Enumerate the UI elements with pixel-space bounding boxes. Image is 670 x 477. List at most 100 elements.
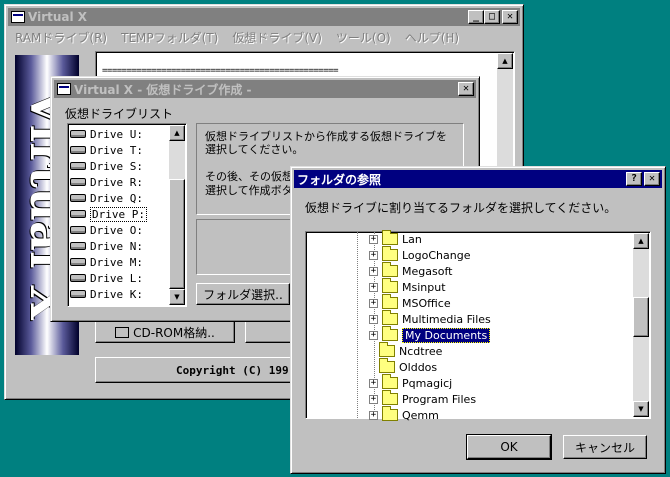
drive-icon [70, 130, 86, 138]
drive-label: Drive Q: [90, 191, 143, 205]
expand-plus-icon[interactable]: + [369, 298, 378, 308]
tree-folder-item[interactable]: Ncdtree [379, 342, 443, 359]
cdrom-button-label: CD-ROM格納.. [133, 325, 215, 340]
folder-label: Msinput [402, 280, 446, 294]
expand-plus-icon[interactable]: + [369, 250, 378, 260]
folder-icon [379, 358, 395, 373]
cdrom-icon [115, 326, 130, 338]
drive-list-item[interactable]: Drive U: [70, 126, 143, 142]
folder-label: Program Files [402, 392, 477, 406]
folder-select-button[interactable]: フォルダ選択.. [196, 283, 290, 305]
create-dialog-titlebar[interactable]: Virtual X - 仮想ドライブ作成 - ✕ [54, 80, 476, 98]
drive-label: Drive S: [90, 159, 143, 173]
drive-list-item[interactable]: Drive N: [70, 238, 143, 254]
expand-plus-icon[interactable]: + [369, 234, 378, 244]
copyright-text: Copyright (C) 199 [176, 363, 289, 377]
tree-folder-item[interactable]: + My Documents [369, 326, 491, 343]
create-dialog-close-button[interactable]: ✕ [458, 82, 474, 96]
drive-label: Drive P: [90, 206, 147, 222]
drive-icon [70, 242, 86, 250]
tree-folder-item[interactable]: + Program Files [369, 390, 477, 407]
help-button[interactable]: ? [626, 172, 642, 186]
drive-list[interactable]: Drive U: Drive T: Drive S: Drive R: Drive Q:… [67, 123, 187, 307]
tree-scroll-up[interactable]: ▲ [633, 233, 649, 249]
menu-ram-drive[interactable]: RAMドライブ(R) [9, 29, 115, 47]
tree-scrollbar[interactable]: ▲ ▼ [633, 233, 649, 417]
log-line: ========================================… [102, 66, 339, 76]
expand-plus-icon[interactable]: + [369, 410, 378, 420]
folder-icon [382, 406, 398, 421]
folder-select-label: フォルダ選択.. [203, 287, 283, 302]
tree-scroll-thumb[interactable] [633, 297, 649, 337]
drive-list-item[interactable]: Drive S: [70, 158, 143, 174]
drive-label: Drive N: [90, 239, 143, 253]
expand-plus-icon[interactable]: + [369, 314, 378, 324]
folder-label: My Documents [402, 327, 491, 343]
tree-folder-item[interactable]: + Megasoft [369, 262, 452, 279]
drive-label: Drive R: [90, 175, 143, 189]
expand-plus-icon[interactable]: + [369, 330, 378, 340]
folder-icon [382, 326, 398, 341]
expand-plus-icon[interactable]: + [369, 378, 378, 388]
menu-help[interactable]: ヘルプ(H) [399, 29, 467, 47]
drive-label: Drive U: [90, 127, 143, 141]
scroll-up-button[interactable]: ▲ [497, 53, 513, 69]
drive-list-item[interactable]: Drive O: [70, 222, 143, 238]
tree-folder-item[interactable]: Olddos [379, 358, 438, 375]
instruction-text-1: 仮想ドライブリストから作成する仮想ドライブを選択してください。 [205, 130, 447, 156]
drive-scroll-thumb[interactable] [169, 179, 185, 289]
tree-folder-item[interactable]: + Pqmagicj [369, 374, 452, 391]
drive-scroll-up[interactable]: ▲ [169, 125, 185, 141]
folder-label: Olddos [399, 360, 438, 374]
expand-plus-icon[interactable]: + [369, 282, 378, 292]
tree-folder-item[interactable]: + Lan [369, 230, 422, 247]
drive-label: Drive O: [90, 223, 143, 237]
folder-icon [382, 230, 398, 245]
folder-label: Ncdtree [399, 344, 443, 358]
drive-icon [70, 290, 86, 298]
drive-label: Drive L: [90, 271, 143, 285]
drive-label: Drive M: [90, 255, 143, 269]
browse-close-button[interactable]: ✕ [644, 172, 660, 186]
tree-folder-item[interactable]: + Multimedia Files [369, 310, 491, 327]
drive-list-item[interactable]: Drive K: [70, 286, 143, 302]
drive-list-item[interactable]: Drive M: [70, 254, 143, 270]
drive-label: Drive K: [90, 287, 143, 301]
folder-icon [382, 310, 398, 325]
drive-list-item[interactable]: Drive T: [70, 142, 143, 158]
ok-button[interactable]: OK [467, 435, 551, 459]
cdrom-button[interactable]: CD-ROM格納.. [95, 321, 235, 343]
app-icon [11, 11, 25, 23]
drive-list-label: 仮想ドライブリスト [65, 107, 174, 121]
browse-dialog-titlebar[interactable]: フォルダの参照 ? ✕ [294, 170, 662, 188]
drive-list-scrollbar[interactable]: ▲ ▼ [169, 125, 185, 305]
drive-list-item[interactable]: Drive L: [70, 270, 143, 286]
drive-icon [70, 194, 86, 202]
drive-list-item[interactable]: Drive R: [70, 174, 143, 190]
expand-plus-icon[interactable]: + [369, 394, 378, 404]
tree-folder-item[interactable]: + Qemm [369, 406, 439, 423]
cancel-button-label: キャンセル [574, 440, 635, 455]
menu-virtual-drive[interactable]: 仮想ドライブ(V) [226, 29, 330, 47]
folder-label: LogoChange [402, 248, 471, 262]
cancel-button[interactable]: キャンセル [563, 435, 647, 459]
drive-icon [70, 178, 86, 186]
tree-folder-item[interactable]: + Msinput [369, 278, 446, 295]
folder-icon [382, 374, 398, 389]
menu-tools[interactable]: ツール(O) [330, 29, 399, 47]
main-title: Virtual X [28, 10, 88, 24]
menu-temp-folder[interactable]: TEMPフォルダ(T) [115, 29, 226, 47]
drive-scroll-down[interactable]: ▼ [169, 289, 185, 305]
tree-folder-item[interactable]: + LogoChange [369, 246, 471, 263]
drive-list-item[interactable]: Drive P: [70, 206, 147, 222]
main-titlebar[interactable]: Virtual X _ □ ✕ [8, 8, 520, 26]
expand-plus-icon[interactable]: + [369, 266, 378, 276]
tree-scroll-down[interactable]: ▼ [633, 401, 649, 417]
folder-tree[interactable]: + Lan + LogoChange + Megasoft + Msinput + MSOffic… [305, 230, 651, 422]
tree-folder-item[interactable]: + MSOffice [369, 294, 451, 311]
maximize-button[interactable]: □ [484, 10, 500, 24]
drive-list-item[interactable]: Drive Q: [70, 190, 143, 206]
close-button[interactable]: ✕ [502, 10, 518, 24]
minimize-button[interactable]: _ [468, 10, 484, 24]
instruction-text-3: 選択して作成ボタ [205, 184, 293, 197]
